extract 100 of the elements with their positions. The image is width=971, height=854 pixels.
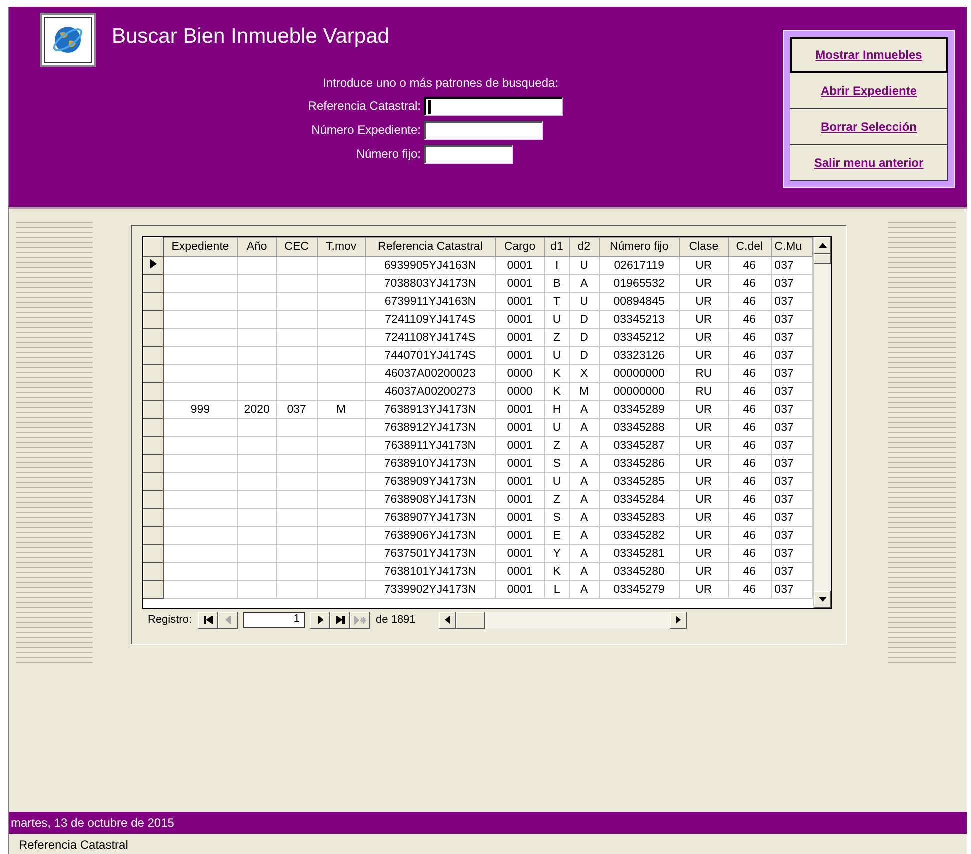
action-button[interactable]: Abrir Expediente bbox=[790, 73, 948, 109]
table-cell: D bbox=[580, 314, 588, 326]
record-selector[interactable] bbox=[144, 580, 164, 598]
table-cell: 037 bbox=[774, 260, 794, 272]
table-cell: U bbox=[580, 296, 588, 308]
table-cell: M bbox=[579, 386, 590, 398]
table-cell: 037 bbox=[774, 494, 794, 506]
table-cell: 03345286 bbox=[614, 458, 665, 470]
first-icon bbox=[204, 616, 213, 624]
record-selector[interactable] bbox=[144, 310, 164, 328]
horizontal-scrollbar[interactable] bbox=[438, 612, 687, 628]
column-header[interactable]: C.del bbox=[728, 238, 772, 256]
table-cell: H bbox=[552, 404, 562, 416]
table-cell: 0001 bbox=[507, 314, 533, 326]
table-cell: L bbox=[554, 584, 560, 596]
table-cell: 037 bbox=[774, 548, 794, 560]
table-cell: UR bbox=[696, 566, 712, 578]
table-cell: 46 bbox=[743, 440, 756, 452]
record-selector[interactable] bbox=[144, 526, 164, 544]
table-cell: 46 bbox=[743, 386, 756, 398]
record-selector[interactable] bbox=[144, 418, 164, 436]
record-selector[interactable] bbox=[144, 346, 164, 364]
column-header[interactable]: Número fijo bbox=[599, 238, 680, 256]
table-cell: 0001 bbox=[507, 548, 533, 560]
table-cell: 037 bbox=[774, 476, 794, 488]
action-button[interactable]: Salir menu anterior bbox=[790, 145, 948, 181]
column-header[interactable]: Cargo bbox=[495, 238, 545, 256]
vertical-scrollbar[interactable] bbox=[813, 237, 831, 608]
first-record-button[interactable] bbox=[198, 612, 218, 628]
table-cell: 6739911YJ4163N bbox=[384, 296, 476, 308]
record-selector[interactable] bbox=[144, 256, 164, 274]
table-cell: 7638913YJ4173N bbox=[384, 404, 476, 416]
table-cell: UR bbox=[696, 512, 712, 524]
scroll-up-icon bbox=[818, 243, 827, 248]
last-record-button[interactable] bbox=[330, 612, 350, 628]
table-cell: 7637501YJ4173N bbox=[384, 548, 476, 560]
scroll-thumb[interactable] bbox=[814, 254, 831, 264]
table-cell: UR bbox=[696, 350, 712, 362]
column-header[interactable]: d1 bbox=[544, 238, 570, 256]
column-header[interactable]: d2 bbox=[569, 238, 600, 256]
table-cell: UR bbox=[696, 422, 712, 434]
record-selector[interactable] bbox=[144, 364, 164, 382]
record-selector[interactable] bbox=[144, 400, 164, 418]
record-selector[interactable] bbox=[144, 472, 164, 490]
record-selector[interactable] bbox=[144, 454, 164, 472]
column-header[interactable]: T.mov bbox=[317, 238, 366, 256]
new-record-icon bbox=[354, 616, 367, 624]
table-cell: I bbox=[555, 260, 559, 272]
record-selector[interactable] bbox=[144, 490, 164, 508]
column-header[interactable]: Año bbox=[238, 238, 276, 256]
record-selector[interactable] bbox=[144, 382, 164, 400]
record-selector[interactable] bbox=[144, 544, 164, 562]
scroll-thumb[interactable] bbox=[456, 612, 485, 628]
table-cell: 0001 bbox=[507, 458, 533, 470]
table-cell: 0001 bbox=[507, 440, 533, 452]
column-header[interactable]: Referencia Catastral bbox=[365, 238, 496, 256]
record-selector[interactable] bbox=[144, 562, 164, 580]
table-cell: U bbox=[552, 476, 562, 488]
table-cell: U bbox=[552, 422, 562, 434]
table-cell: 0001 bbox=[507, 494, 533, 506]
date-text: martes, 13 de octubre de 2015 bbox=[11, 816, 174, 830]
table-cell: 46 bbox=[743, 422, 756, 434]
table-cell: A bbox=[580, 422, 588, 434]
table-cell: 46 bbox=[743, 494, 756, 506]
record-selector[interactable] bbox=[144, 508, 164, 526]
column-header[interactable]: Expediente bbox=[163, 238, 238, 256]
table-cell: 03345283 bbox=[614, 512, 665, 524]
record-number-field[interactable]: 1 bbox=[243, 612, 306, 628]
column-header[interactable]: Clase bbox=[680, 238, 728, 256]
table-cell: Z bbox=[554, 332, 561, 344]
table-cell: 46 bbox=[743, 350, 756, 362]
table-cell: UR bbox=[696, 584, 712, 596]
input-field[interactable] bbox=[424, 96, 563, 116]
column-header[interactable]: C.Mu bbox=[771, 238, 813, 256]
action-button[interactable]: Borrar Selección bbox=[790, 109, 948, 145]
input-field[interactable] bbox=[424, 144, 513, 164]
table-cell: 0001 bbox=[507, 422, 533, 434]
table-cell: 03323126 bbox=[614, 350, 665, 362]
column-header[interactable]: CEC bbox=[276, 238, 318, 256]
table-cell: 0001 bbox=[507, 566, 533, 578]
table-cell: 00000000 bbox=[614, 368, 665, 380]
next-record-button[interactable] bbox=[310, 612, 330, 628]
table-cell: 6939905YJ4163N bbox=[384, 260, 476, 272]
action-button[interactable]: Mostrar Inmuebles bbox=[790, 37, 948, 73]
record-selector[interactable] bbox=[144, 328, 164, 346]
record-selector[interactable] bbox=[144, 436, 164, 454]
table-cell: 037 bbox=[774, 386, 794, 398]
table-cell: E bbox=[553, 530, 561, 542]
table-cell: 037 bbox=[774, 314, 794, 326]
table-cell: A bbox=[580, 512, 588, 524]
record-selector[interactable] bbox=[144, 292, 164, 310]
table-cell: A bbox=[580, 584, 588, 596]
input-field[interactable] bbox=[424, 120, 543, 140]
table-cell: 03345280 bbox=[614, 566, 665, 578]
table-cell: 0001 bbox=[507, 584, 533, 596]
table-cell: D bbox=[580, 332, 588, 344]
record-count: de 1891 bbox=[376, 614, 416, 626]
table-cell: 46 bbox=[743, 278, 756, 290]
table-cell: 46 bbox=[743, 368, 756, 380]
record-selector[interactable] bbox=[144, 274, 164, 292]
